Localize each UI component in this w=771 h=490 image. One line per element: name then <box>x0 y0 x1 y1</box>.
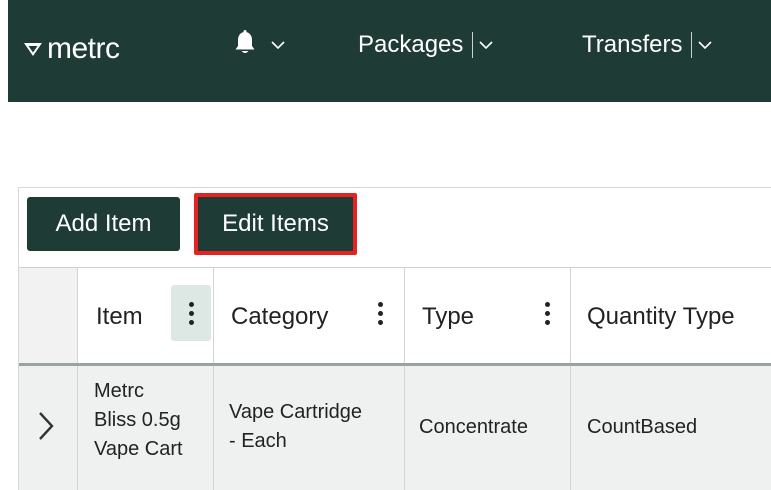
grid-toolbar: Add Item Edit Items <box>19 188 771 268</box>
table-row[interactable]: Metrc Bliss 0.5g Vape Cart Vape Cartridg… <box>19 366 771 490</box>
nav-packages[interactable]: Packages <box>358 28 493 62</box>
edit-items-button[interactable]: Edit Items <box>194 193 357 255</box>
column-menu-icon[interactable] <box>527 285 567 341</box>
metrc-logo-text: metrc <box>47 32 120 65</box>
item-name-line: Vape Cart <box>94 438 183 460</box>
column-header-type[interactable]: Type <box>405 268 571 363</box>
nav-transfers-label: Transfers <box>582 31 683 58</box>
cell-type: Concentrate <box>405 366 571 490</box>
column-header-label: Item <box>96 303 143 330</box>
quantity-type-value: CountBased <box>587 416 698 438</box>
expand-column-header <box>19 268 78 363</box>
category-line: Vape Cartridge <box>229 401 363 423</box>
column-menu-icon[interactable] <box>171 285 211 341</box>
notifications-menu[interactable] <box>233 28 285 62</box>
items-grid-panel: Add Item Edit Items Item Category Type Q… <box>18 187 771 490</box>
cell-quantity-type: CountBased <box>571 366 771 490</box>
category-line: - Each <box>229 430 287 452</box>
nav-separator <box>691 32 693 58</box>
item-name-line: Metrc <box>94 380 144 402</box>
column-header-label: Quantity Type <box>587 303 735 330</box>
chevron-down-icon <box>271 40 285 50</box>
bell-icon <box>233 29 257 61</box>
nav-separator <box>472 32 474 58</box>
metrc-logo[interactable]: metrc <box>22 29 120 69</box>
metrc-logo-icon <box>22 38 44 60</box>
cell-item: Metrc Bliss 0.5g Vape Cart <box>78 366 214 490</box>
column-menu-icon[interactable] <box>360 285 400 341</box>
type-value: Concentrate <box>419 416 528 438</box>
item-name-line: Bliss 0.5g <box>94 409 181 431</box>
chevron-down-icon[interactable] <box>479 40 493 50</box>
nav-packages-label: Packages <box>358 31 464 58</box>
column-header-label: Type <box>422 303 475 330</box>
column-header-quantity-type[interactable]: Quantity Type <box>571 268 771 363</box>
top-navbar: metrc Packages Transfers <box>8 0 771 102</box>
chevron-right-icon[interactable] <box>37 411 55 446</box>
row-expand-cell[interactable] <box>19 366 78 490</box>
column-header-category[interactable]: Category <box>214 268 405 363</box>
cell-category: Vape Cartridge - Each <box>214 366 405 490</box>
chevron-down-icon[interactable] <box>698 40 713 50</box>
nav-transfers[interactable]: Transfers <box>582 28 713 62</box>
add-item-button[interactable]: Add Item <box>27 197 180 251</box>
column-header-item[interactable]: Item <box>78 268 214 363</box>
table-header-row: Item Category Type Quantity Type <box>19 268 771 366</box>
column-header-label: Category <box>231 303 329 330</box>
